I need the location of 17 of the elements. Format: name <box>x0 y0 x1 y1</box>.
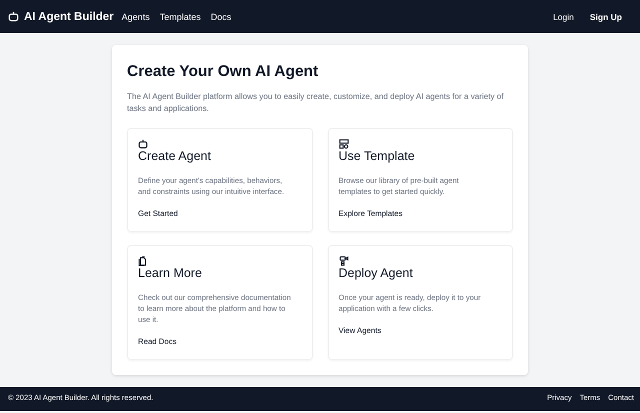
intro-text: The AI Agent Builder platform allows you to easily create, customize, and deploy AI agents for a variety of tasks and applications. <box>127 91 505 115</box>
card-title: Deploy Agent <box>338 266 414 280</box>
robot-icon <box>138 139 148 149</box>
deploy-icon <box>338 256 348 266</box>
nav-link[interactable]: Agents <box>122 12 150 22</box>
login-link[interactable]: Login <box>553 12 574 22</box>
brand-name[interactable]: AI Agent Builder <box>24 10 114 22</box>
card-title: Learn More <box>138 266 203 280</box>
card-title: Use Template <box>338 149 416 163</box>
layout-icon <box>338 139 348 149</box>
page-title: Create Your Own AI Agent <box>127 63 320 81</box>
nav-link[interactable]: Docs <box>210 12 232 22</box>
card-title: Create Agent <box>138 149 212 163</box>
signup-link[interactable]: Sign Up <box>590 12 622 22</box>
documents-icon <box>138 256 148 266</box>
nav-link[interactable]: Templates <box>160 12 201 22</box>
robot-icon <box>8 11 19 22</box>
